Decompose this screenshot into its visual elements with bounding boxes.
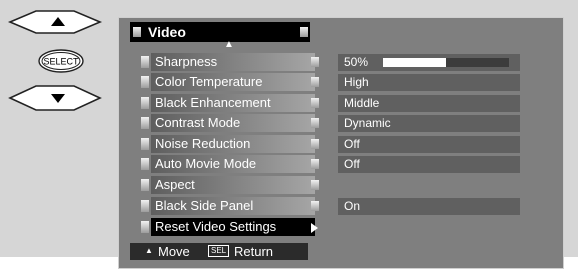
value-label: Off xyxy=(344,157,360,171)
sel-key-icon: SEL xyxy=(208,245,230,257)
menu-item-sharpness[interactable]: Sharpness xyxy=(151,53,315,71)
menu-title: Video xyxy=(130,22,310,42)
black-enhancement-value[interactable]: Middle xyxy=(338,95,520,112)
menu-item-aspect[interactable]: Aspect xyxy=(151,176,315,194)
scroll-up-icon: ▲ xyxy=(224,39,234,50)
item-left-tab xyxy=(141,221,149,233)
item-right-tab xyxy=(311,77,319,87)
item-right-tab xyxy=(311,57,319,67)
submenu-arrow-icon xyxy=(311,223,318,233)
down-button[interactable] xyxy=(8,85,102,111)
item-left-tab xyxy=(141,179,149,191)
title-right-tab xyxy=(300,27,308,37)
title-left-tab xyxy=(133,27,141,37)
value-label: 50% xyxy=(344,55,369,69)
noise-reduction-value[interactable]: Off xyxy=(338,136,520,153)
value-label: Dynamic xyxy=(344,116,391,130)
menu-item-noise-reduction[interactable]: Noise Reduction xyxy=(151,135,315,153)
up-button[interactable] xyxy=(7,10,103,34)
item-left-tab xyxy=(141,200,149,212)
menu-item-color-temperature[interactable]: Color Temperature xyxy=(151,73,315,91)
item-right-tab xyxy=(311,118,319,128)
move-arrows-icon: ▲ xyxy=(145,246,153,255)
menu-item-label: Reset Video Settings xyxy=(155,219,277,234)
color-temperature-value[interactable]: High xyxy=(338,74,520,91)
item-right-tab xyxy=(311,159,319,169)
value-label: On xyxy=(344,199,361,213)
move-label: Move xyxy=(158,244,190,259)
value-label: High xyxy=(344,75,369,89)
menu-item-black-side-panel[interactable]: Black Side Panel xyxy=(151,197,315,215)
item-left-tab xyxy=(141,117,149,129)
menu-item-label: Aspect xyxy=(155,177,195,192)
auto-movie-mode-value[interactable]: Off xyxy=(338,156,520,173)
menu-item-label: Color Temperature xyxy=(155,74,263,89)
value-label: Middle xyxy=(344,96,380,110)
menu-item-contrast-mode[interactable]: Contrast Mode xyxy=(151,114,315,132)
select-label: SELECT xyxy=(43,57,79,67)
item-left-tab xyxy=(141,56,149,68)
item-right-tab xyxy=(311,180,319,190)
sharpness-slider-fill xyxy=(383,58,446,67)
menu-item-label: Black Enhancement xyxy=(155,95,271,110)
menu-item-label: Auto Movie Mode xyxy=(155,156,257,171)
value-label: Off xyxy=(344,137,360,151)
menu-item-auto-movie-mode[interactable]: Auto Movie Mode xyxy=(151,155,315,173)
item-right-tab xyxy=(311,139,319,149)
black-side-panel-value[interactable]: On xyxy=(338,198,520,215)
item-left-tab xyxy=(141,158,149,170)
menu-item-black-enhancement[interactable]: Black Enhancement xyxy=(151,94,315,112)
select-button[interactable]: SELECT xyxy=(38,49,84,73)
item-left-tab xyxy=(141,138,149,150)
menu-item-reset-video-settings[interactable]: Reset Video Settings xyxy=(151,218,315,236)
item-right-tab xyxy=(311,98,319,108)
item-left-tab xyxy=(141,97,149,109)
footer-hint-bar: ▲ Move SEL Return xyxy=(130,243,308,260)
menu-item-label: Black Side Panel xyxy=(155,198,254,213)
menu-item-label: Noise Reduction xyxy=(155,136,251,151)
menu-item-label: Sharpness xyxy=(155,54,218,69)
sharpness-slider[interactable] xyxy=(383,58,509,67)
contrast-mode-value[interactable]: Dynamic xyxy=(338,115,520,132)
item-right-tab xyxy=(311,201,319,211)
return-label: Return xyxy=(234,244,274,259)
remote-control: SELECT xyxy=(7,10,103,111)
menu-item-label: Contrast Mode xyxy=(155,115,241,130)
item-left-tab xyxy=(141,76,149,88)
